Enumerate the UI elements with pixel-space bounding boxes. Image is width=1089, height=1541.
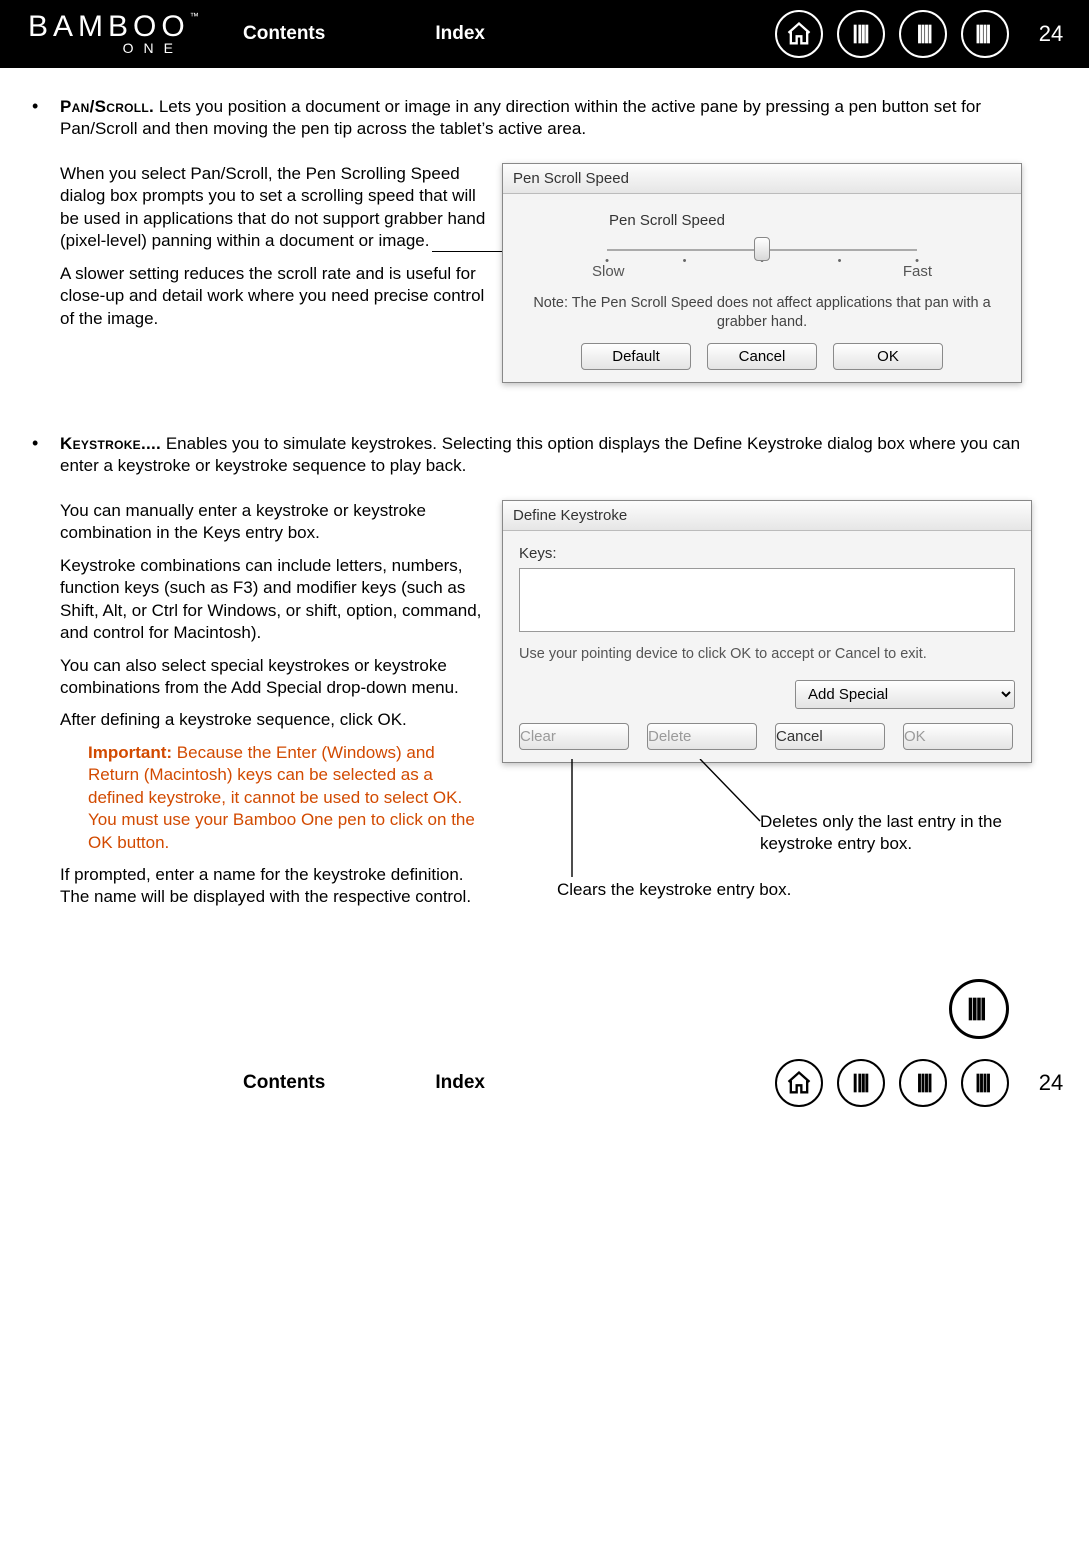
previous-page-icon-footer[interactable] (899, 1059, 947, 1107)
big-next-container (20, 969, 1051, 1039)
dk-keys-input[interactable] (519, 568, 1015, 632)
contents-link[interactable]: Contents (243, 23, 325, 45)
pss-slider-thumb[interactable] (754, 237, 770, 261)
product-logo: BAMBOO™ ONE (28, 12, 213, 56)
footer-bar: X Contents Index 24 (0, 1049, 1089, 1117)
dk-callouts: Deletes only the last entry in the keyst… (502, 759, 1051, 909)
dk-cancel-button[interactable]: Cancel (775, 723, 885, 750)
callout-clear: Clears the keystroke entry box. (557, 879, 907, 901)
page-content: Pan/Scroll. Lets you position a document… (0, 68, 1089, 1049)
pss-note: Note: The Pen Scroll Speed does not affe… (519, 294, 1005, 333)
define-keystroke-dialog: Define Keystroke Keys: Use your pointing… (502, 500, 1032, 763)
keystroke-p5: If prompted, enter a name for the keystr… (60, 864, 490, 909)
brand-name: BAMBOO (28, 10, 190, 43)
next-page-icon[interactable] (961, 10, 1009, 58)
pss-cancel-button[interactable]: Cancel (707, 343, 817, 370)
pss-default-button[interactable]: Default (581, 343, 691, 370)
header-links: Contents Index (243, 23, 485, 45)
dk-delete-button[interactable]: Delete (647, 723, 757, 750)
callout-delete: Deletes only the last entry in the keyst… (760, 811, 1040, 855)
previous-page-icon[interactable] (899, 10, 947, 58)
section-pan-scroll: Pan/Scroll. Lets you position a document… (20, 96, 1051, 383)
dk-hint: Use your pointing device to click OK to … (519, 646, 1015, 662)
first-page-icon[interactable] (837, 10, 885, 58)
page-number-bottom: 24 (1031, 1070, 1071, 1096)
pss-ok-button[interactable]: OK (833, 343, 943, 370)
dk-add-special-dropdown[interactable]: Add Special (795, 680, 1015, 709)
pan-scroll-p2: A slower setting reduces the scroll rate… (60, 263, 490, 330)
important-label: Important: (88, 743, 172, 762)
keystroke-lead-text: Enables you to simulate keystrokes. Sele… (60, 434, 1020, 475)
dk-titlebar: Define Keystroke (503, 501, 1031, 531)
dk-clear-button[interactable]: Clear (519, 723, 629, 750)
next-page-icon-footer[interactable] (961, 1059, 1009, 1107)
pan-scroll-heading: Pan/Scroll. (60, 97, 154, 116)
home-icon-footer[interactable] (775, 1059, 823, 1107)
footer-links: Contents Index (243, 1072, 485, 1094)
footer-nav-icons (775, 1059, 1009, 1107)
pan-scroll-lead-text: Lets you position a document or image in… (60, 97, 981, 138)
pss-titlebar: Pen Scroll Speed (503, 164, 1021, 194)
pan-scroll-p1: When you select Pan/Scroll, the Pen Scro… (60, 163, 490, 253)
keystroke-p4: After defining a keystroke sequence, cli… (60, 709, 490, 731)
pan-scroll-description: When you select Pan/Scroll, the Pen Scro… (60, 163, 490, 383)
keystroke-heading: Keystroke.... (60, 434, 161, 453)
callout-leader-line (432, 251, 502, 253)
keystroke-p1: You can manually enter a keystroke or ke… (60, 500, 490, 545)
header-nav-icons (775, 10, 1009, 58)
big-next-page-icon[interactable] (949, 979, 1009, 1039)
contents-link-footer[interactable]: Contents (243, 1072, 325, 1094)
header-bar: BAMBOO™ ONE Contents Index 24 (0, 0, 1089, 68)
keystroke-description: You can manually enter a keystroke or ke… (60, 500, 490, 919)
pss-slider[interactable]: • • • • • (607, 235, 917, 237)
trademark: ™ (190, 11, 199, 21)
page-number-top: 24 (1031, 21, 1071, 47)
section-keystroke: Keystroke.... Enables you to simulate ke… (20, 433, 1051, 919)
pen-scroll-speed-dialog: Pen Scroll Speed Pen Scroll Speed • • • … (502, 163, 1022, 383)
keystroke-important: Important: Because the Enter (Windows) a… (60, 742, 490, 854)
dk-ok-button[interactable]: OK (903, 723, 1013, 750)
home-icon[interactable] (775, 10, 823, 58)
pan-scroll-lead: Pan/Scroll. Lets you position a document… (60, 96, 1051, 141)
keystroke-lead: Keystroke.... Enables you to simulate ke… (60, 433, 1051, 478)
index-link-footer[interactable]: Index (435, 1072, 485, 1094)
index-link[interactable]: Index (435, 23, 485, 45)
pss-label: Pen Scroll Speed (609, 212, 1005, 229)
keystroke-p3: You can also select special keystrokes o… (60, 655, 490, 700)
first-page-icon-footer[interactable] (837, 1059, 885, 1107)
dk-keys-label: Keys: (519, 545, 1015, 562)
keystroke-p2: Keystroke combinations can include lette… (60, 555, 490, 645)
